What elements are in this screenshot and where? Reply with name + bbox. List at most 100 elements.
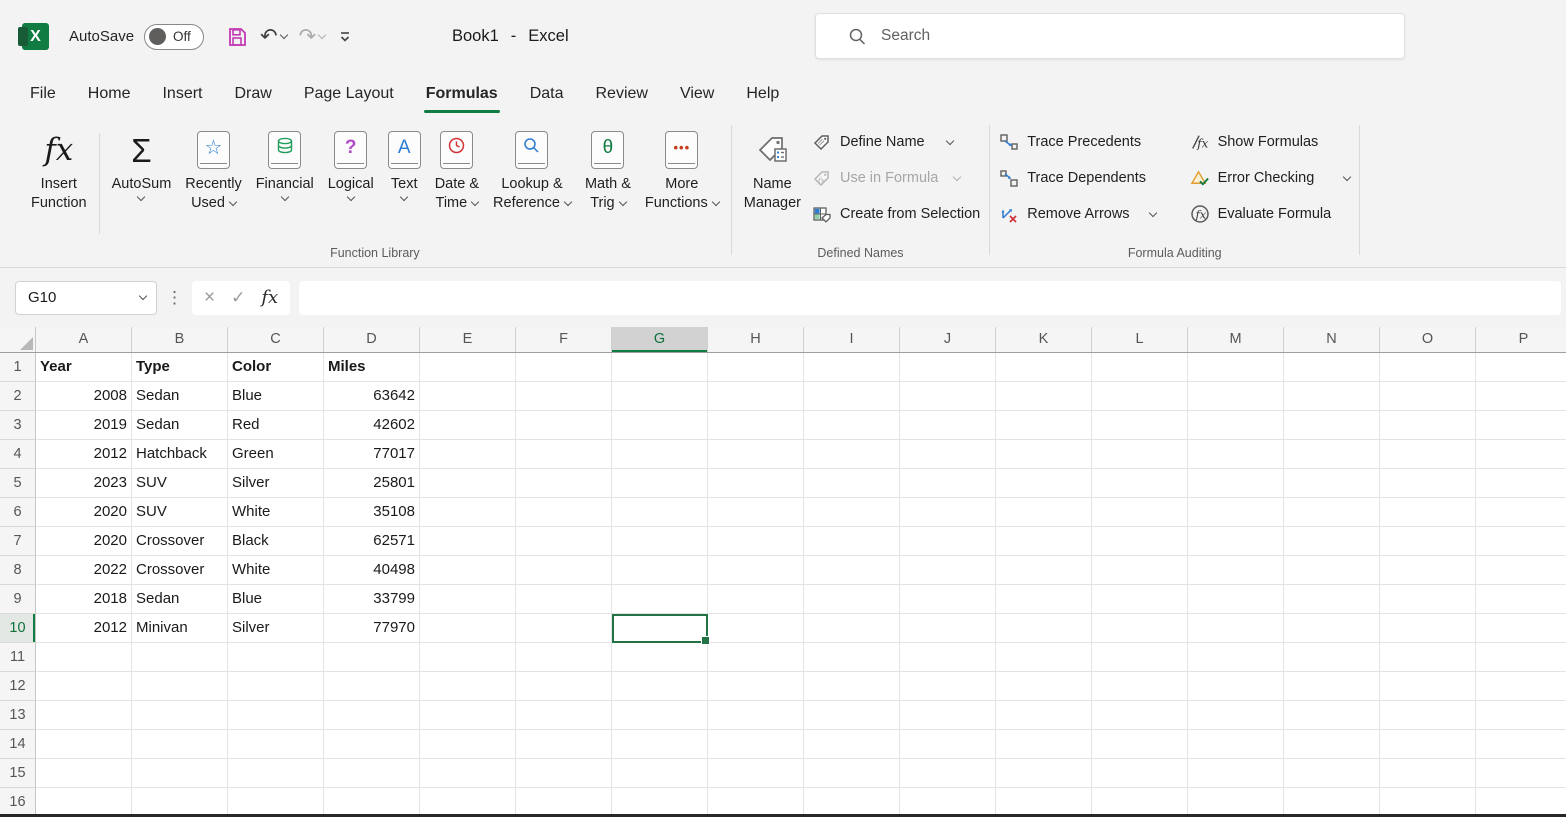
cell-J2[interactable] [900, 382, 996, 411]
save-button[interactable] [226, 26, 248, 48]
remove-arrows-button[interactable]: Remove Arrows [995, 199, 1159, 229]
cell-N4[interactable] [1284, 440, 1380, 469]
cell-I12[interactable] [804, 672, 900, 701]
cell-I1[interactable] [804, 353, 900, 382]
cell-L15[interactable] [1092, 759, 1188, 788]
lookup-reference-button[interactable]: Lookup & Reference [486, 123, 578, 215]
cell-N1[interactable] [1284, 353, 1380, 382]
cell-O11[interactable] [1380, 643, 1476, 672]
cell-M10[interactable] [1188, 614, 1284, 643]
cell-I15[interactable] [804, 759, 900, 788]
cell-E13[interactable] [420, 701, 516, 730]
column-header-C[interactable]: C [228, 327, 324, 352]
cell-G5[interactable] [612, 469, 708, 498]
cell-L8[interactable] [1092, 556, 1188, 585]
cell-J11[interactable] [900, 643, 996, 672]
cell-P2[interactable] [1476, 382, 1566, 411]
cell-O15[interactable] [1380, 759, 1476, 788]
cell-L14[interactable] [1092, 730, 1188, 759]
cell-H8[interactable] [708, 556, 804, 585]
cell-B13[interactable] [132, 701, 228, 730]
cell-L13[interactable] [1092, 701, 1188, 730]
cell-C2[interactable]: Blue [228, 382, 324, 411]
cell-B8[interactable]: Crossover [132, 556, 228, 585]
cell-P4[interactable] [1476, 440, 1566, 469]
cell-A4[interactable]: 2012 [36, 440, 132, 469]
cell-I9[interactable] [804, 585, 900, 614]
autosum-button[interactable]: Σ AutoSum [105, 123, 179, 205]
cell-N12[interactable] [1284, 672, 1380, 701]
cell-L4[interactable] [1092, 440, 1188, 469]
cell-E1[interactable] [420, 353, 516, 382]
cell-E14[interactable] [420, 730, 516, 759]
cell-L1[interactable] [1092, 353, 1188, 382]
row-header-7[interactable]: 7 [0, 527, 36, 556]
name-box[interactable]: G10 [15, 281, 157, 315]
cell-I5[interactable] [804, 469, 900, 498]
cell-B15[interactable] [132, 759, 228, 788]
tab-data[interactable]: Data [514, 85, 580, 115]
tab-page-layout[interactable]: Page Layout [288, 85, 410, 115]
cell-A15[interactable] [36, 759, 132, 788]
cell-E2[interactable] [420, 382, 516, 411]
row-header-13[interactable]: 13 [0, 701, 36, 730]
insert-function-button[interactable]: fx Insert Function [24, 123, 94, 215]
cell-J6[interactable] [900, 498, 996, 527]
cell-D4[interactable]: 77017 [324, 440, 420, 469]
logical-button[interactable]: ? Logical [321, 123, 381, 205]
cell-A12[interactable] [36, 672, 132, 701]
cell-K13[interactable] [996, 701, 1092, 730]
cell-N16[interactable] [1284, 788, 1380, 817]
cell-C10[interactable]: Silver [228, 614, 324, 643]
cell-D7[interactable]: 62571 [324, 527, 420, 556]
cell-I2[interactable] [804, 382, 900, 411]
tab-draw[interactable]: Draw [218, 85, 287, 115]
cell-M13[interactable] [1188, 701, 1284, 730]
cell-F7[interactable] [516, 527, 612, 556]
name-manager-button[interactable]: Name Manager [737, 123, 808, 215]
cell-N2[interactable] [1284, 382, 1380, 411]
cell-O4[interactable] [1380, 440, 1476, 469]
cell-P6[interactable] [1476, 498, 1566, 527]
cell-P12[interactable] [1476, 672, 1566, 701]
cell-D14[interactable] [324, 730, 420, 759]
cell-C15[interactable] [228, 759, 324, 788]
cell-I13[interactable] [804, 701, 900, 730]
cell-D6[interactable]: 35108 [324, 498, 420, 527]
cell-A7[interactable]: 2020 [36, 527, 132, 556]
cell-E15[interactable] [420, 759, 516, 788]
cell-G8[interactable] [612, 556, 708, 585]
column-header-J[interactable]: J [900, 327, 996, 352]
cell-B3[interactable]: Sedan [132, 411, 228, 440]
enter-icon[interactable]: ✓ [231, 288, 245, 308]
insert-function-fx-icon[interactable]: fx [261, 287, 278, 308]
cell-H6[interactable] [708, 498, 804, 527]
cell-J8[interactable] [900, 556, 996, 585]
cell-D9[interactable]: 33799 [324, 585, 420, 614]
cell-E8[interactable] [420, 556, 516, 585]
cell-O6[interactable] [1380, 498, 1476, 527]
cell-D8[interactable]: 40498 [324, 556, 420, 585]
column-header-H[interactable]: H [708, 327, 804, 352]
cell-M2[interactable] [1188, 382, 1284, 411]
cancel-icon[interactable]: × [204, 287, 215, 309]
tab-help[interactable]: Help [730, 85, 795, 115]
cell-K12[interactable] [996, 672, 1092, 701]
row-header-14[interactable]: 14 [0, 730, 36, 759]
cell-P9[interactable] [1476, 585, 1566, 614]
cell-N8[interactable] [1284, 556, 1380, 585]
cell-D15[interactable] [324, 759, 420, 788]
tab-file[interactable]: File [14, 85, 72, 115]
cell-A10[interactable]: 2012 [36, 614, 132, 643]
cell-A5[interactable]: 2023 [36, 469, 132, 498]
cell-M4[interactable] [1188, 440, 1284, 469]
cell-G15[interactable] [612, 759, 708, 788]
cell-N3[interactable] [1284, 411, 1380, 440]
cell-M12[interactable] [1188, 672, 1284, 701]
cell-D10[interactable]: 77970 [324, 614, 420, 643]
tab-review[interactable]: Review [580, 85, 664, 115]
cell-A1[interactable]: Year [36, 353, 132, 382]
cell-H12[interactable] [708, 672, 804, 701]
cell-E4[interactable] [420, 440, 516, 469]
cell-L2[interactable] [1092, 382, 1188, 411]
